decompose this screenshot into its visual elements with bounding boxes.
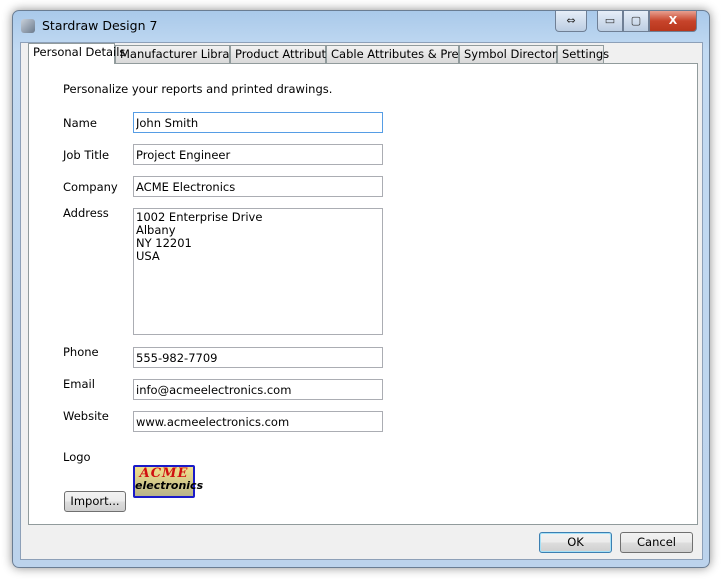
dialog-client: Personal Details Manufacturer Libraries … <box>20 42 703 560</box>
tab-product-attributes[interactable]: Product Attributes <box>230 45 339 64</box>
email-label: Email <box>63 377 95 391</box>
tab-symbol-directories[interactable]: Symbol Directories <box>459 45 573 64</box>
name-label: Name <box>63 116 97 130</box>
tab-manufacturer-libraries[interactable]: Manufacturer Libraries <box>115 45 250 64</box>
phone-label: Phone <box>63 345 99 359</box>
address-input[interactable]: 1002 Enterprise Drive Albany NY 12201 US… <box>133 208 383 335</box>
tab-settings[interactable]: Settings <box>557 45 609 64</box>
website-label: Website <box>63 409 109 423</box>
company-label: Company <box>63 180 118 194</box>
intro-text: Personalize your reports and printed dra… <box>63 82 333 96</box>
dialog-window: Stardraw Design 7 ⇔ ▭ ▢ X Personal Detai… <box>12 10 710 568</box>
job-title-input[interactable] <box>133 144 383 165</box>
company-input[interactable] <box>133 176 383 197</box>
minimize-button[interactable]: ▭ <box>597 11 623 32</box>
website-input[interactable] <box>133 411 383 432</box>
email-input[interactable] <box>133 379 383 400</box>
maximize-button[interactable]: ▢ <box>623 11 649 32</box>
logo-text-bottom: electronics <box>135 479 204 492</box>
company-logo-image: ACME electronics <box>133 465 204 498</box>
cancel-button[interactable]: Cancel <box>620 532 693 553</box>
tab-cable-attributes-presets[interactable]: Cable Attributes & Presets <box>326 45 482 64</box>
stardraw-icon <box>21 19 35 33</box>
resize-button[interactable]: ⇔ <box>555 11 587 32</box>
window-title: Stardraw Design 7 <box>42 18 158 33</box>
phone-input[interactable] <box>133 347 383 368</box>
job-title-label: Job Title <box>63 148 110 162</box>
personal-details-panel: Personalize your reports and printed dra… <box>28 63 698 525</box>
ok-button[interactable]: OK <box>539 532 612 553</box>
name-input[interactable] <box>133 112 383 133</box>
address-label: Address <box>63 206 109 220</box>
tab-personal-details[interactable]: Personal Details <box>28 43 125 64</box>
import-button[interactable]: Import... <box>64 491 126 512</box>
close-button[interactable]: X <box>649 11 697 32</box>
logo-label: Logo <box>63 450 91 464</box>
